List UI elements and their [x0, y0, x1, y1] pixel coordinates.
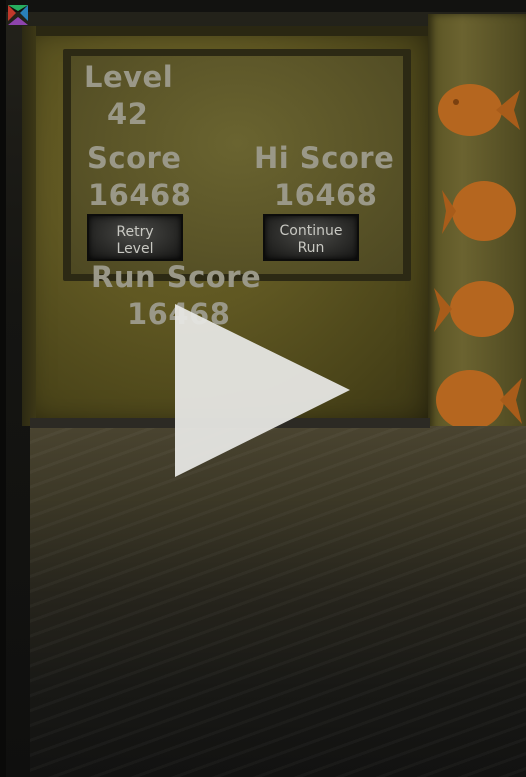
continue-run-label-line2: Run	[297, 240, 325, 256]
score-label: Score	[87, 141, 182, 175]
retry-level-label-line2: Level	[116, 241, 154, 257]
left-edge	[0, 0, 6, 777]
continue-run-label-line1: Continue	[279, 223, 343, 239]
top-edge	[0, 0, 526, 12]
hi-score-label: Hi Score	[254, 141, 395, 175]
run-score-label: Run Score	[91, 260, 262, 294]
retry-level-button[interactable]: Retry Level	[87, 214, 183, 261]
wall-trim-left	[22, 26, 36, 426]
fish-cracker-icon	[438, 84, 520, 136]
floor	[30, 426, 526, 777]
app-logo-icon	[8, 5, 28, 25]
wall-trim-top	[22, 26, 432, 36]
level-value: 42	[107, 97, 149, 131]
hi-score-value: 16468	[274, 178, 378, 212]
retry-level-label-line1: Retry	[116, 224, 154, 240]
game-screen: Level 42 Score 16468 Hi Score 16468 Retr…	[0, 0, 526, 777]
play-icon[interactable]	[175, 304, 350, 477]
fish-shelf	[428, 14, 526, 434]
level-label: Level	[84, 60, 174, 94]
score-value: 16468	[88, 178, 192, 212]
fish-cracker-icon	[436, 370, 522, 430]
fish-cracker-icon	[434, 281, 514, 337]
continue-run-button[interactable]: Continue Run	[263, 214, 359, 261]
fish-cracker-icon	[442, 181, 516, 241]
